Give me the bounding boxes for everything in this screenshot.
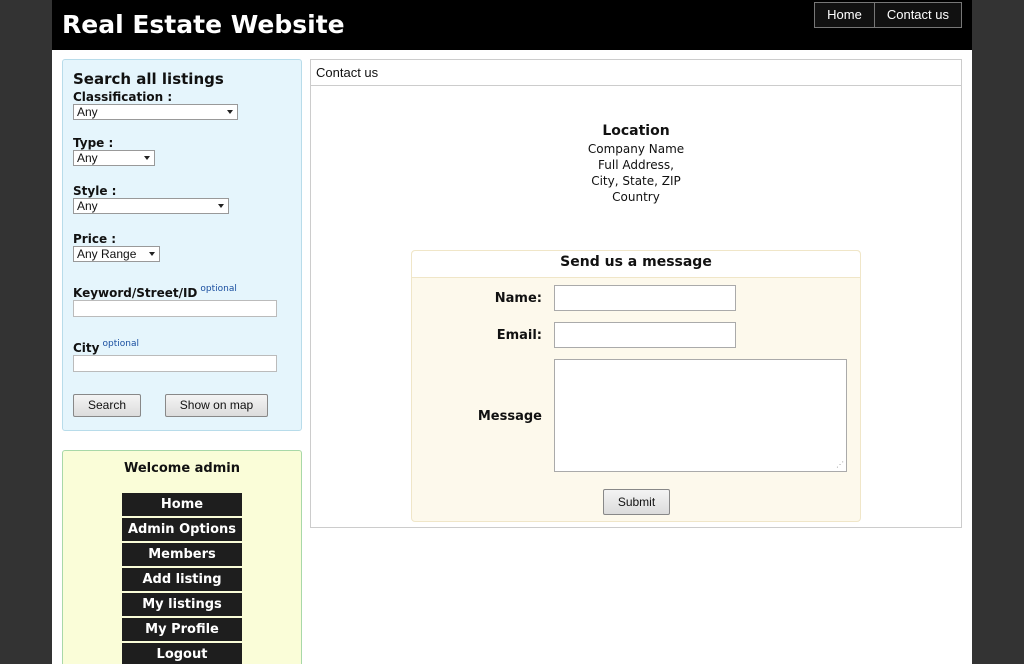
chevron-down-icon <box>144 156 150 160</box>
keyword-label-text: Keyword/Street/ID <box>73 286 198 300</box>
search-panel: Search all listings Classification : Any… <box>62 59 302 431</box>
chevron-down-icon <box>218 204 224 208</box>
name-input[interactable] <box>554 285 736 311</box>
menu-item-add-listing[interactable]: Add listing <box>122 568 242 591</box>
optional-tag: optional <box>102 339 139 349</box>
style-value: Any <box>77 199 98 213</box>
nav-home-link[interactable]: Home <box>814 2 875 28</box>
show-on-map-button[interactable]: Show on map <box>165 394 268 417</box>
keyword-label: Keyword/Street/ID optional <box>73 284 291 300</box>
location-city: City, State, ZIP <box>591 174 681 188</box>
search-button[interactable]: Search <box>73 394 141 417</box>
welcome-title: Welcome admin <box>123 461 240 476</box>
style-select[interactable]: Any <box>73 198 229 214</box>
message-textarea[interactable]: ⋰ <box>554 359 847 472</box>
search-title: Search all listings <box>73 70 224 88</box>
message-label: Message <box>477 409 542 424</box>
location-country: Country <box>612 190 660 204</box>
nav-contact-link[interactable]: Contact us <box>874 2 962 28</box>
location-block: Location Company Name Full Address, City… <box>311 123 961 205</box>
classification-value: Any <box>77 105 98 119</box>
submit-button[interactable]: Submit <box>603 489 670 515</box>
location-company: Company Name <box>587 142 685 156</box>
price-label: Price : <box>73 232 117 246</box>
classification-select[interactable]: Any <box>73 104 238 120</box>
main-content: Contact us Location Company Name Full Ad… <box>310 59 962 528</box>
admin-menu: Home Admin Options Members Add listing M… <box>122 493 242 664</box>
resize-grip-icon[interactable]: ⋰ <box>836 461 844 469</box>
welcome-panel: Welcome admin Home Admin Options Members… <box>62 450 302 664</box>
email-label: Email: <box>496 328 542 343</box>
price-value: Any Range <box>77 247 137 261</box>
menu-item-my-profile[interactable]: My Profile <box>122 618 242 641</box>
email-input[interactable] <box>554 322 736 348</box>
city-label: City optional <box>73 339 291 355</box>
city-label-text: City <box>73 341 100 355</box>
contact-form: Send us a message Name: Email: Message ⋰… <box>411 250 861 522</box>
optional-tag: optional <box>200 284 237 294</box>
chevron-down-icon <box>227 110 233 114</box>
style-label: Style : <box>73 184 117 198</box>
price-select[interactable]: Any Range <box>73 246 160 262</box>
city-input[interactable] <box>73 355 277 372</box>
keyword-input[interactable] <box>73 300 277 317</box>
site-title: Real Estate Website <box>62 10 345 39</box>
site-header: Real Estate Website Home Contact us <box>52 0 972 50</box>
location-address: Full Address, <box>598 158 674 172</box>
top-nav: Home Contact us <box>814 2 962 28</box>
chevron-down-icon <box>149 252 155 256</box>
type-value: Any <box>77 151 98 165</box>
name-label: Name: <box>494 291 542 306</box>
menu-item-my-listings[interactable]: My listings <box>122 593 242 616</box>
form-title: Send us a message <box>412 251 860 278</box>
menu-item-logout[interactable]: Logout <box>122 643 242 664</box>
menu-item-admin-options[interactable]: Admin Options <box>122 518 242 541</box>
type-label: Type : <box>73 136 114 150</box>
type-select[interactable]: Any <box>73 150 155 166</box>
location-title: Location <box>602 123 670 139</box>
page: Real Estate Website Home Contact us Sear… <box>52 0 972 664</box>
breadcrumb: Contact us <box>311 60 961 86</box>
menu-item-home[interactable]: Home <box>122 493 242 516</box>
search-actions: Search Show on map <box>73 394 291 417</box>
classification-label: Classification : <box>73 90 173 104</box>
menu-item-members[interactable]: Members <box>122 543 242 566</box>
